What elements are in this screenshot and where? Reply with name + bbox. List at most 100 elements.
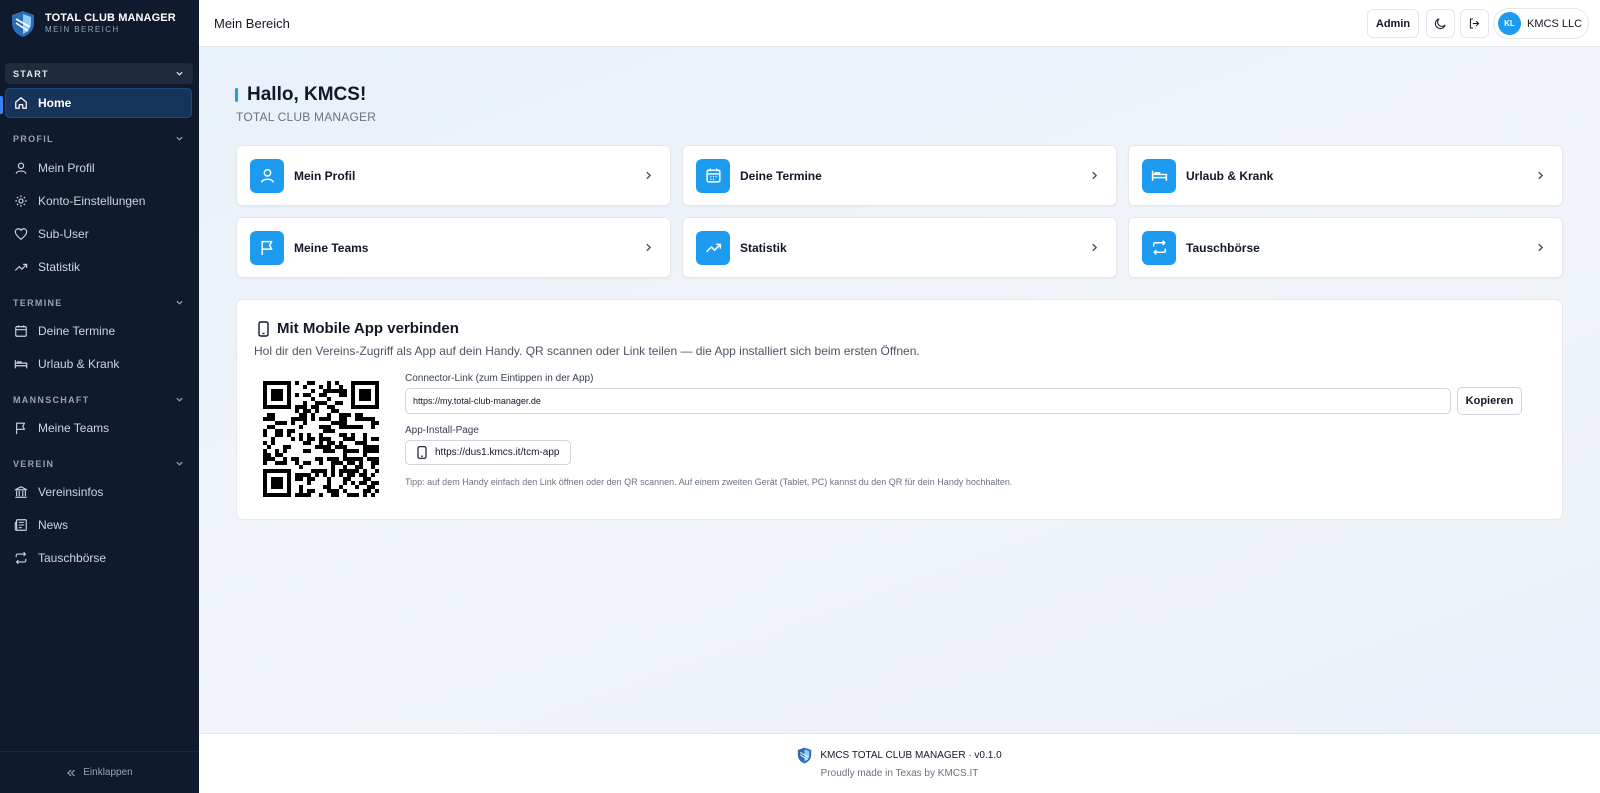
card-icon-box [1142,230,1176,265]
chevron-right-icon [646,243,652,252]
footer-credit: Proudly made in Texas by KMCS.IT [820,768,979,779]
section-label: START [13,68,49,79]
sidebar-item-label: Urlaub & Krank [38,357,120,371]
building-icon [14,486,28,498]
sidebar-item-konto-einstellungen[interactable]: Konto-Einstellungen [5,186,192,216]
chevron-right-icon [1092,243,1098,252]
chevron-down-icon [176,300,183,305]
trend-up-icon [705,243,721,253]
card-mein-profil[interactable]: Mein Profil [236,145,671,206]
sidebar: TOTAL CLUB MANAGER MEIN BEREICH START Ho… [0,0,199,793]
install-page-link[interactable]: https://dus1.kmcs.it/tcm-app [405,440,571,465]
avatar: KL [1498,12,1521,35]
section-label: TERMINE [13,297,63,308]
qr-code [263,381,379,497]
chevron-down-icon [176,461,183,466]
greeting-subtitle: TOTAL CLUB MANAGER [236,110,377,124]
card-icon-box [696,230,730,265]
section-mannschaft[interactable]: MANNSCHAFT [5,389,193,410]
section-start[interactable]: START [5,63,193,84]
card-icon-box [696,158,730,193]
card-tauschboerse[interactable]: Tauschbörse [1128,217,1563,278]
newspaper-icon [14,519,27,531]
card-statistik[interactable]: Statistik [682,217,1117,278]
card-icon-box [250,158,284,193]
gear-icon [15,195,27,207]
card-label: Statistik [740,240,787,255]
logout-icon [1469,18,1480,29]
main-content: Hallo, KMCS! TOTAL CLUB MANAGER Mein Pro… [199,47,1600,733]
chevrons-left-icon [67,769,76,776]
section-termine[interactable]: TERMINE [5,292,193,313]
sidebar-item-sub-user[interactable]: Sub-User [5,219,192,249]
home-icon [15,97,27,109]
sidebar-item-meine-teams[interactable]: Meine Teams [5,413,192,443]
sidebar-item-deine-termine[interactable]: Deine Termine [5,316,192,346]
sidebar-item-label: Deine Termine [38,324,116,338]
card-label: Tauschbörse [1186,240,1260,255]
copy-button[interactable]: Kopieren [1457,387,1522,415]
brand-title: TOTAL CLUB MANAGER [45,12,176,24]
sidebar-item-label: Home [38,96,72,110]
install-link-text: https://dus1.kmcs.it/tcm-app [435,447,560,458]
tip-text: Tipp: auf dem Handy einfach den Link öff… [405,477,1013,487]
sidebar-item-label: Statistik [38,260,81,274]
connector-link-input[interactable] [405,388,1451,414]
calendar-icon [705,168,721,183]
sidebar-item-vereinsinfos[interactable]: Vereinsinfos [5,477,192,507]
topbar: Mein Bereich Admin KL KMCS LLC [199,0,1600,47]
footer: KMCS TOTAL CLUB MANAGER · v0.1.0 Proudly… [199,733,1600,793]
smartphone-icon [258,321,269,337]
greeting-title: Hallo, KMCS! [247,84,367,105]
page-title: Mein Bereich [214,16,290,31]
flag-icon [16,422,26,435]
section-label: MANNSCHAFT [13,394,90,405]
admin-button[interactable]: Admin [1367,9,1419,38]
logout-button[interactable] [1460,9,1489,38]
sidebar-item-label: Mein Profil [38,161,95,175]
repeat-icon [1152,240,1166,255]
bed-icon [1151,170,1167,181]
sidebar-item-label: Konto-Einstellungen [38,194,146,208]
flag-icon [260,240,272,255]
card-label: Meine Teams [294,240,369,255]
sidebar-item-label: Sub-User [38,227,89,241]
section-verein[interactable]: VEREIN [5,453,193,474]
theme-toggle-button[interactable] [1426,9,1455,38]
mobile-panel-title: Mit Mobile App verbinden [277,320,459,337]
card-icon-box [1142,158,1176,193]
user-icon [260,168,274,183]
chevron-down-icon [176,397,183,402]
card-label: Deine Termine [740,168,822,183]
sidebar-item-mein-profil[interactable]: Mein Profil [5,153,192,183]
chevron-right-icon [1538,243,1544,252]
mobile-panel-description: Hol dir den Vereins-Zugriff als App auf … [254,344,920,358]
shield-logo-icon [12,10,34,37]
sidebar-item-tauschboerse[interactable]: Tauschbörse [5,543,192,573]
sidebar-item-statistik[interactable]: Statistik [5,252,192,282]
repeat-icon [15,551,27,565]
user-icon [15,162,27,174]
card-urlaub-krank[interactable]: Urlaub & Krank [1128,145,1563,206]
moon-icon [1434,18,1446,30]
heart-icon [14,228,28,240]
shield-logo-icon [798,747,812,764]
smartphone-icon [417,446,427,459]
user-menu[interactable]: KL KMCS LLC [1493,8,1589,39]
chevron-down-icon [176,71,183,76]
sidebar-item-label: Vereinsinfos [38,485,104,499]
section-profil[interactable]: PROFIL [5,128,193,149]
brand[interactable]: TOTAL CLUB MANAGER MEIN BEREICH [0,0,199,47]
sidebar-item-urlaub-krank[interactable]: Urlaub & Krank [5,349,192,379]
install-page-label: App-Install-Page [405,425,479,436]
card-meine-teams[interactable]: Meine Teams [236,217,671,278]
section-label: VEREIN [13,458,55,469]
sidebar-item-home[interactable]: Home [5,88,192,118]
bed-icon [14,360,28,369]
sidebar-item-label: Tauschbörse [38,551,107,565]
chevron-right-icon [1092,171,1098,180]
calendar-icon [15,325,27,337]
card-deine-termine[interactable]: Deine Termine [682,145,1117,206]
sidebar-item-news[interactable]: News [5,510,192,540]
collapse-sidebar-button[interactable]: Einklappen [0,751,199,793]
